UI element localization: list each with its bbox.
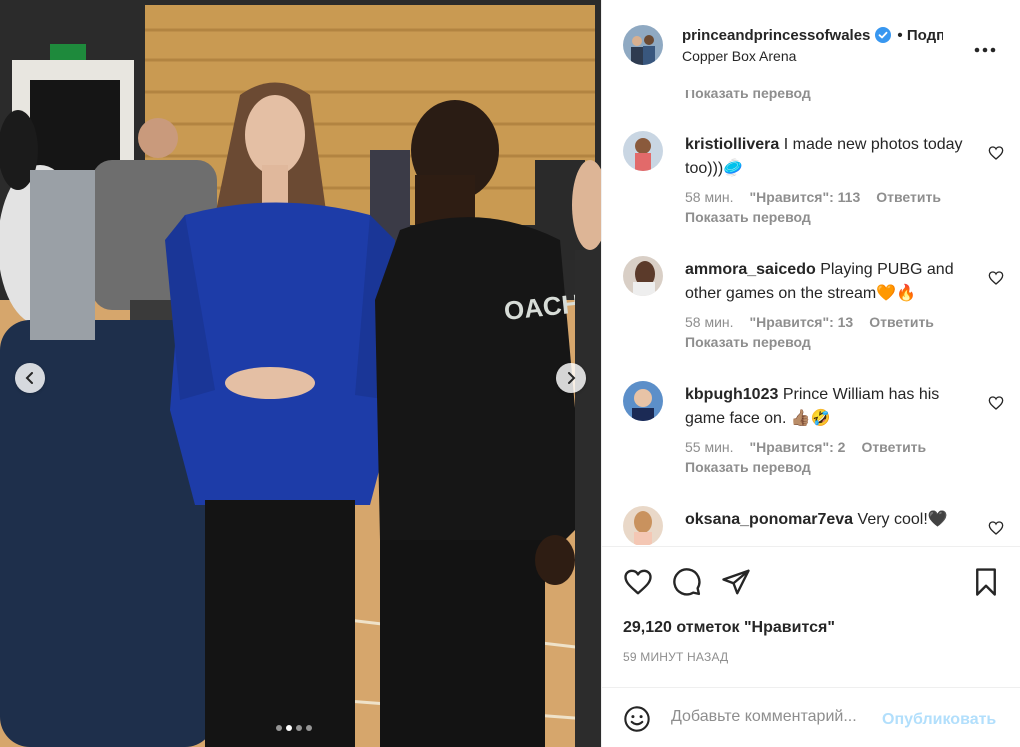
show-translation-link[interactable]: Показать перевод	[685, 209, 975, 225]
comment-likes[interactable]: "Нравится": 113	[750, 189, 861, 205]
post-side-panel: Показать перевод kristiollivera I made n…	[601, 0, 1020, 747]
post-timestamp[interactable]: 59 МИНУТ НАЗАД	[623, 650, 728, 664]
heart-icon[interactable]	[988, 395, 1004, 411]
verified-badge-icon	[875, 27, 892, 43]
comment-username[interactable]: oksana_ponomar7eva	[685, 511, 853, 528]
carousel-dot	[306, 725, 312, 731]
heart-icon[interactable]	[988, 520, 1004, 536]
reply-button[interactable]: Ответить	[876, 189, 941, 205]
follow-button[interactable]: • Подписаться	[897, 27, 943, 44]
carousel-indicator	[276, 725, 312, 731]
next-slide-button[interactable]	[556, 363, 586, 393]
comment-time[interactable]: 58 мин.	[685, 189, 734, 205]
comment-likes[interactable]: "Нравится": 2	[750, 439, 846, 455]
comment-emoji: 👍🏽🤣	[790, 410, 831, 427]
photo-scene: OACH	[0, 0, 601, 747]
heart-icon[interactable]	[988, 145, 1004, 161]
reply-button[interactable]: Ответить	[869, 314, 934, 330]
comment-username[interactable]: kbpugh1023	[685, 386, 778, 403]
avatar[interactable]	[623, 256, 663, 296]
profile-avatar-image	[623, 25, 663, 65]
chevron-right-icon	[568, 372, 576, 384]
likes-count[interactable]: 29,120 отметок "Нравится"	[623, 619, 835, 637]
carousel-dot	[296, 725, 302, 731]
show-translation-link[interactable]: Показать перевод	[685, 334, 975, 350]
post-header: princeandprincessofwales • Подписаться C…	[602, 0, 1020, 90]
post-actions: 29,120 отметок "Нравится" 59 МИНУТ НАЗАД	[602, 546, 1020, 686]
avatar-image	[623, 381, 663, 421]
avatar[interactable]	[623, 506, 663, 545]
comment-time[interactable]: 55 мин.	[685, 439, 734, 455]
carousel-dot	[276, 725, 282, 731]
comment-emoji: 🖤	[927, 511, 948, 528]
heart-icon[interactable]	[623, 567, 653, 597]
smiley-icon[interactable]	[623, 705, 651, 733]
comment-username[interactable]: kristiollivera	[685, 136, 779, 153]
avatar[interactable]	[623, 381, 663, 421]
publish-button[interactable]: Опубликовать	[882, 711, 996, 729]
comment-emoji: 🥏	[723, 160, 744, 177]
post-username[interactable]: princeandprincessofwales	[682, 27, 870, 44]
carousel-dot-active	[286, 725, 292, 731]
avatar-image	[623, 256, 663, 296]
post-location[interactable]: Copper Box Arena	[682, 48, 943, 64]
avatar-image	[623, 506, 663, 545]
avatar[interactable]	[623, 131, 663, 171]
comment-username[interactable]: ammora_saicedo	[685, 261, 816, 278]
heart-icon[interactable]	[988, 270, 1004, 286]
comment-time[interactable]: 58 мин.	[685, 314, 734, 330]
previous-slide-button[interactable]	[15, 363, 45, 393]
comments-list[interactable]: Показать перевод kristiollivera I made n…	[602, 80, 1020, 545]
comment-text: Very cool!	[857, 511, 928, 528]
share-icon[interactable]	[721, 567, 751, 597]
show-translation-link[interactable]: Показать перевод	[685, 459, 975, 475]
comment-emoji: 🧡🔥	[876, 285, 917, 302]
chevron-left-icon	[25, 372, 33, 384]
add-comment-bar: Опубликовать	[602, 687, 1020, 747]
comment-icon[interactable]	[672, 567, 702, 597]
comment-input[interactable]	[671, 708, 871, 726]
comment-likes[interactable]: "Нравится": 13	[750, 314, 854, 330]
avatar-image	[623, 131, 663, 171]
more-options-button[interactable]	[974, 36, 996, 59]
more-dots-icon	[974, 47, 996, 53]
avatar[interactable]	[623, 25, 663, 65]
post-photo[interactable]: OACH	[0, 0, 601, 747]
reply-button[interactable]: Ответить	[861, 439, 926, 455]
bookmark-icon[interactable]	[971, 567, 1001, 597]
